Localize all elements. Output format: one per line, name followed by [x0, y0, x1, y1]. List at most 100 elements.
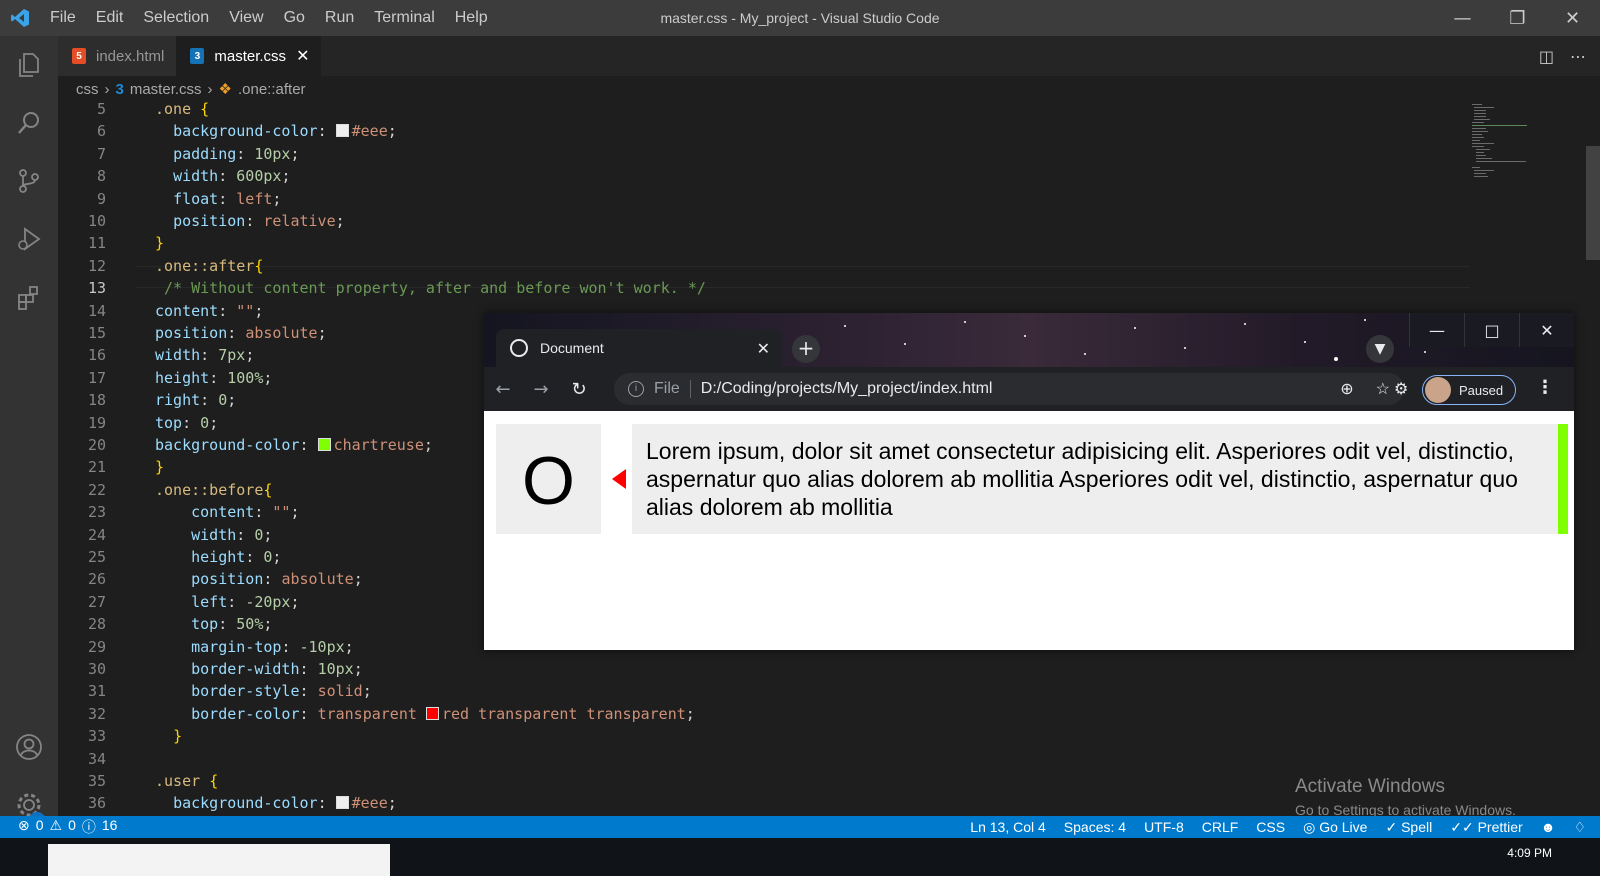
- reload-icon[interactable]: ↻: [560, 379, 598, 400]
- menu-run[interactable]: Run: [315, 0, 364, 36]
- browser-tab-document[interactable]: Document ✕: [496, 329, 782, 367]
- code-line[interactable]: position: absolute;: [155, 322, 327, 344]
- code-line[interactable]: }: [155, 725, 182, 747]
- source-control-icon[interactable]: [0, 152, 58, 210]
- tab-master-css[interactable]: 3 master.css ✕: [176, 36, 322, 76]
- code-line[interactable]: top: 50%;: [155, 613, 272, 635]
- spell-button[interactable]: ✓ Spell: [1385, 819, 1432, 836]
- close-icon[interactable]: ✕: [1519, 313, 1574, 347]
- warnings-count[interactable]: 0: [68, 817, 76, 837]
- minimize-icon[interactable]: —: [1435, 0, 1490, 36]
- breadcrumb-symbol[interactable]: .one::after: [238, 81, 306, 98]
- close-icon[interactable]: ✕: [1545, 0, 1600, 36]
- code-line[interactable]: background-color: #eee;: [155, 120, 397, 142]
- code-line[interactable]: content: "";: [155, 300, 263, 322]
- breadcrumb-folder[interactable]: css: [76, 81, 99, 98]
- taskbar-search[interactable]: [48, 844, 390, 876]
- info-icon[interactable]: i: [628, 381, 644, 397]
- code-line[interactable]: .user {: [155, 770, 218, 792]
- browser-menu-icon[interactable]: ⋮: [1536, 377, 1554, 398]
- code-line[interactable]: width: 0;: [155, 524, 272, 546]
- menu-selection[interactable]: Selection: [133, 0, 219, 36]
- run-debug-icon[interactable]: [0, 210, 58, 268]
- code-line[interactable]: }: [155, 456, 164, 478]
- accounts-icon[interactable]: [0, 718, 58, 776]
- info-count[interactable]: 16: [102, 817, 118, 837]
- close-tab-icon[interactable]: ✕: [296, 46, 309, 66]
- more-actions-icon[interactable]: ⋯: [1570, 47, 1586, 66]
- code-line[interactable]: border-color: transparent red transparen…: [155, 703, 695, 725]
- end-of-line[interactable]: CRLF: [1202, 819, 1239, 836]
- code-line[interactable]: position: relative;: [155, 210, 345, 232]
- menu-file[interactable]: File: [40, 0, 86, 36]
- tab-search-icon[interactable]: ▼: [1366, 335, 1394, 363]
- menu-terminal[interactable]: Terminal: [364, 0, 444, 36]
- code-line[interactable]: width: 600px;: [155, 165, 290, 187]
- feedback-icon[interactable]: ☻: [1541, 819, 1556, 836]
- split-editor-icon[interactable]: ◫: [1539, 47, 1554, 66]
- code-line[interactable]: width: 7px;: [155, 344, 254, 366]
- encoding[interactable]: UTF-8: [1144, 819, 1184, 836]
- code-line[interactable]: top: 0;: [155, 412, 218, 434]
- restore-icon[interactable]: ❐: [1490, 0, 1545, 36]
- errors-icon[interactable]: ⊗: [18, 817, 30, 837]
- color-swatch[interactable]: [335, 796, 349, 810]
- code-line[interactable]: padding: 10px;: [155, 143, 299, 165]
- forward-icon[interactable]: →: [522, 379, 560, 400]
- cursor-position[interactable]: Ln 13, Col 4: [970, 819, 1046, 836]
- back-icon[interactable]: ←: [484, 379, 522, 400]
- color-swatch[interactable]: [425, 706, 439, 720]
- color-swatch[interactable]: [317, 438, 331, 451]
- minimap[interactable]: [1472, 102, 1582, 202]
- code-line[interactable]: border-style: solid;: [155, 680, 372, 702]
- code-line[interactable]: .one::before{: [155, 479, 272, 501]
- info-icon[interactable]: ⓘ: [82, 817, 96, 837]
- line-number: 6: [96, 122, 106, 141]
- warnings-icon[interactable]: ⚠: [50, 817, 63, 837]
- code-line[interactable]: .one {: [155, 102, 209, 120]
- editor-scrollbar[interactable]: [1586, 146, 1600, 260]
- go-live-button[interactable]: ◎ Go Live: [1303, 819, 1367, 836]
- breadcrumb-file[interactable]: master.css: [130, 81, 202, 98]
- code-line[interactable]: margin-top: -10px;: [155, 636, 354, 658]
- color-swatch[interactable]: [335, 124, 349, 138]
- html5-icon: 5: [72, 48, 86, 64]
- code-line[interactable]: content: "";: [155, 501, 299, 523]
- explorer-icon[interactable]: [0, 36, 58, 94]
- errors-count[interactable]: 0: [36, 817, 44, 837]
- extensions-icon[interactable]: [0, 268, 58, 326]
- code-line[interactable]: height: 100%;: [155, 367, 272, 389]
- address-bar[interactable]: i File D:/Coding/projects/My_project/ind…: [614, 373, 1404, 405]
- code-line[interactable]: right: 0;: [155, 389, 236, 411]
- zoom-icon[interactable]: ⊕: [1340, 379, 1353, 399]
- taskbar-clock[interactable]: 4:09 PM: [1507, 846, 1552, 860]
- url-text[interactable]: D:/Coding/projects/My_project/index.html: [701, 380, 993, 398]
- profile-button[interactable]: Paused: [1422, 375, 1516, 405]
- code-line[interactable]: background-color: #eee;: [155, 792, 397, 814]
- code-line[interactable]: background-color: chartreuse;: [155, 434, 433, 456]
- new-tab-button[interactable]: +: [792, 335, 820, 363]
- menu-help[interactable]: Help: [445, 0, 498, 36]
- code-line[interactable]: border-width: 10px;: [155, 658, 363, 680]
- prettier-button[interactable]: ✓✓ Prettier: [1450, 819, 1522, 836]
- tab-index-html[interactable]: 5 index.html: [58, 36, 177, 76]
- code-line[interactable]: float: left;: [155, 188, 281, 210]
- indentation[interactable]: Spaces: 4: [1064, 819, 1126, 836]
- menu-go[interactable]: Go: [274, 0, 315, 36]
- code-line[interactable]: /* Without content property, after and b…: [155, 277, 706, 299]
- menu-edit[interactable]: Edit: [86, 0, 134, 36]
- language-mode[interactable]: CSS: [1256, 819, 1285, 836]
- search-icon[interactable]: [0, 94, 58, 152]
- minimize-icon[interactable]: —: [1409, 313, 1464, 347]
- code-line[interactable]: left: -20px;: [155, 591, 299, 613]
- code-line[interactable]: .one::after{: [155, 255, 263, 277]
- extensions-puzzle-icon[interactable]: ⚙: [1394, 379, 1408, 398]
- notifications-bell-icon[interactable]: ♢: [1573, 819, 1586, 836]
- maximize-icon[interactable]: □: [1464, 313, 1519, 347]
- bookmark-star-icon[interactable]: ☆: [1376, 379, 1390, 399]
- code-line[interactable]: position: absolute;: [155, 568, 363, 590]
- code-line[interactable]: height: 0;: [155, 546, 281, 568]
- menu-view[interactable]: View: [219, 0, 273, 36]
- close-tab-icon[interactable]: ✕: [757, 339, 770, 359]
- code-line[interactable]: }: [155, 232, 164, 254]
